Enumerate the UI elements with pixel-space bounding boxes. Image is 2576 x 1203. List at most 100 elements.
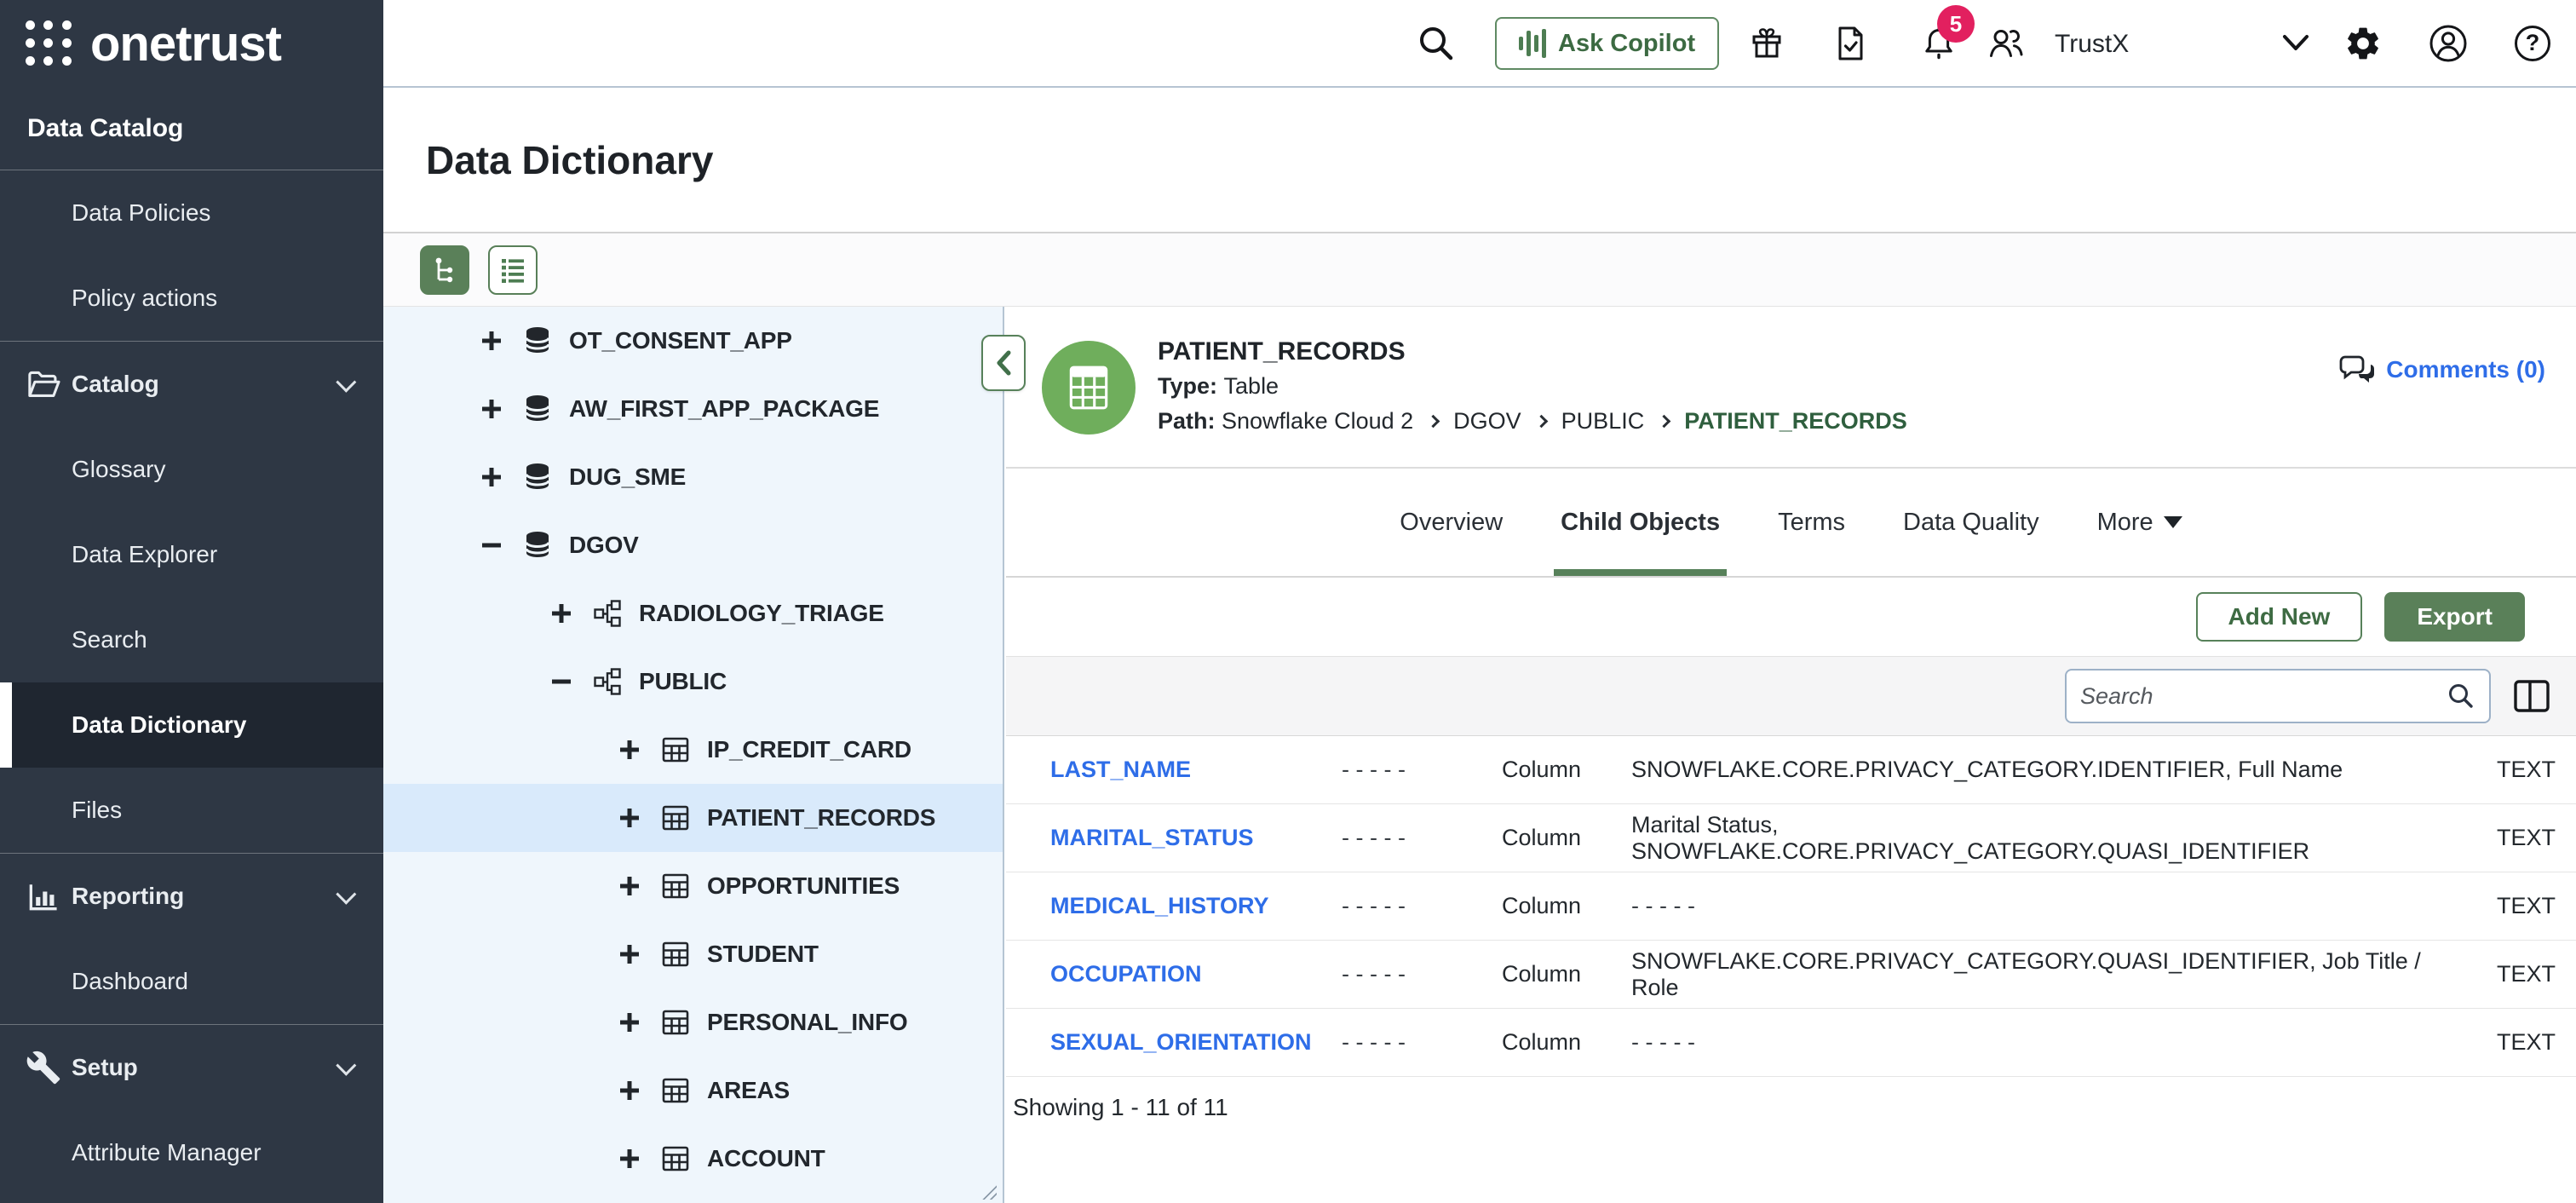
breadcrumb-connection[interactable]: Snowflake Cloud 2 xyxy=(1222,404,1413,439)
tree-item-account[interactable]: ACCOUNT xyxy=(383,1125,1003,1193)
type-cell: Column xyxy=(1502,757,1631,783)
column-settings-icon[interactable] xyxy=(2513,679,2550,713)
attributes-cell: - - - - - xyxy=(1342,1029,1502,1056)
account-person-icon[interactable] xyxy=(2428,23,2469,64)
tab-overview[interactable]: Overview xyxy=(1393,469,1509,576)
sidebar-item-label: Data Dictionary xyxy=(72,711,246,739)
tree-item-ip-credit-card[interactable]: IP_CREDIT_CARD xyxy=(383,716,1003,784)
sidebar-item-attribute-manager[interactable]: Attribute Manager xyxy=(0,1110,383,1195)
expand-plus-icon[interactable] xyxy=(615,873,644,899)
column-name-link[interactable]: MEDICAL_HISTORY xyxy=(1050,893,1342,919)
column-name-link[interactable]: LAST_NAME xyxy=(1050,757,1342,783)
add-new-button[interactable]: Add New xyxy=(2196,592,2363,642)
gift-icon[interactable] xyxy=(1747,24,1786,63)
tree-item-label: IP_CREDIT_CARD xyxy=(707,736,911,763)
grid-search-input[interactable] xyxy=(2080,683,2447,710)
sidebar-item-files[interactable]: Files xyxy=(0,768,383,853)
search-icon[interactable] xyxy=(2447,682,2475,711)
path-label: Path: xyxy=(1158,404,1216,439)
database-icon xyxy=(520,325,555,357)
sidebar-item-data-dictionary[interactable]: Data Dictionary xyxy=(0,682,383,768)
expand-plus-icon[interactable] xyxy=(477,328,506,354)
column-name-link[interactable]: SEXUAL_ORIENTATION xyxy=(1050,1029,1342,1056)
onetrust-logo[interactable]: onetrust xyxy=(90,15,281,72)
expand-plus-icon[interactable] xyxy=(477,464,506,490)
tree-item-ot-consent-app[interactable]: OT_CONSENT_APP xyxy=(383,307,1003,375)
tree-view-toggle[interactable] xyxy=(420,245,469,295)
description-cell: Marital Status, SNOWFLAKE.CORE.PRIVACY_C… xyxy=(1631,812,2448,865)
search-icon[interactable] xyxy=(1417,24,1456,63)
comments-icon xyxy=(2338,354,2374,385)
ask-copilot-button[interactable]: Ask Copilot xyxy=(1495,17,1719,70)
sidebar-group-setup[interactable]: Setup xyxy=(0,1025,383,1110)
sidebar-group-catalog[interactable]: Catalog xyxy=(0,342,383,427)
expand-plus-icon[interactable] xyxy=(477,396,506,422)
grid-search-box xyxy=(2065,669,2491,723)
data-type-cell: TEXT xyxy=(2448,1029,2576,1056)
sidebar-item-dashboard[interactable]: Dashboard xyxy=(0,939,383,1024)
sidebar-group-reporting[interactable]: Reporting xyxy=(0,854,383,939)
tree-item-personal-info[interactable]: PERSONAL_INFO xyxy=(383,988,1003,1056)
table-row[interactable]: SEXUAL_ORIENTATION - - - - - Column - - … xyxy=(1006,1009,2576,1077)
tab-label: Terms xyxy=(1778,509,1845,537)
sidebar-item-data-policies[interactable]: Data Policies xyxy=(0,170,383,256)
column-name-link[interactable]: OCCUPATION xyxy=(1050,961,1342,987)
table-row[interactable]: MARITAL_STATUS - - - - - Column Marital … xyxy=(1006,804,2576,872)
collapse-tree-button[interactable] xyxy=(981,335,1026,391)
table-row[interactable]: LAST_NAME - - - - - Column SNOWFLAKE.COR… xyxy=(1006,736,2576,804)
expand-plus-icon[interactable] xyxy=(615,941,644,967)
sidebar-item-data-explorer[interactable]: Data Explorer xyxy=(0,512,383,597)
collapse-minus-icon[interactable] xyxy=(477,532,506,558)
tree-item-areas[interactable]: AREAS xyxy=(383,1056,1003,1125)
tab-child-objects[interactable]: Child Objects xyxy=(1554,469,1727,576)
tab-data-quality[interactable]: Data Quality xyxy=(1896,469,2046,576)
list-view-toggle[interactable] xyxy=(488,245,538,295)
table-icon xyxy=(658,871,693,901)
tree-item-radiology-triage[interactable]: RADIOLOGY_TRIAGE xyxy=(383,579,1003,648)
settings-gear-icon[interactable] xyxy=(2343,24,2383,63)
tree-item-student[interactable]: STUDENT xyxy=(383,920,1003,988)
tree-item-opportunities[interactable]: OPPORTUNITIES xyxy=(383,852,1003,920)
expand-plus-icon[interactable] xyxy=(615,737,644,763)
sidebar-item-label: Data Explorer xyxy=(72,541,217,568)
users-icon[interactable] xyxy=(1986,23,2027,64)
sidebar-item-glossary[interactable]: Glossary xyxy=(0,427,383,512)
type-cell: Column xyxy=(1502,961,1631,987)
tree-item-patient-records[interactable]: PATIENT_RECORDS xyxy=(383,784,1003,852)
expand-plus-icon[interactable] xyxy=(615,1078,644,1103)
tree-item-label: PUBLIC xyxy=(639,668,727,695)
column-name-link[interactable]: MARITAL_STATUS xyxy=(1050,825,1342,851)
breadcrumb-schema[interactable]: PUBLIC xyxy=(1561,404,1645,439)
workspace-selector[interactable]: TrustX xyxy=(2055,0,2129,88)
tab-more[interactable]: More xyxy=(2090,469,2189,576)
tree-item-public[interactable]: PUBLIC xyxy=(383,648,1003,716)
breadcrumb-database[interactable]: DGOV xyxy=(1453,404,1521,439)
expand-plus-icon[interactable] xyxy=(615,805,644,831)
help-icon[interactable] xyxy=(2515,26,2550,61)
expand-plus-icon[interactable] xyxy=(615,1010,644,1035)
expand-plus-icon[interactable] xyxy=(547,601,576,626)
sidebar-item-search[interactable]: Search xyxy=(0,597,383,682)
tree-item-dug-sme[interactable]: DUG_SME xyxy=(383,443,1003,511)
expand-plus-icon[interactable] xyxy=(615,1146,644,1171)
collapse-minus-icon[interactable] xyxy=(547,669,576,694)
tasks-document-icon[interactable] xyxy=(1831,24,1870,63)
tab-terms[interactable]: Terms xyxy=(1771,469,1852,576)
sidebar: onetrust Data Catalog Data Policies Poli… xyxy=(0,0,383,1203)
table-row[interactable]: OCCUPATION - - - - - Column SNOWFLAKE.CO… xyxy=(1006,941,2576,1009)
sidebar-item-label: Catalog xyxy=(72,371,159,398)
sidebar-item-label: Reporting xyxy=(72,883,184,910)
comments-link[interactable]: Comments (0) xyxy=(2338,354,2545,385)
table-icon xyxy=(658,1075,693,1106)
grid-search-row xyxy=(1006,656,2576,736)
tree-item-aw-first-app-package[interactable]: AW_FIRST_APP_PACKAGE xyxy=(383,375,1003,443)
app-switcher-grid-icon[interactable] xyxy=(26,20,73,68)
data-type-cell: TEXT xyxy=(2448,825,2576,851)
export-button[interactable]: Export xyxy=(2384,592,2525,642)
chevron-down-icon[interactable] xyxy=(2278,26,2314,61)
attributes-cell: - - - - - xyxy=(1342,757,1502,783)
table-row[interactable]: MEDICAL_HISTORY - - - - - Column - - - -… xyxy=(1006,872,2576,941)
tree-item-dgov[interactable]: DGOV xyxy=(383,511,1003,579)
sidebar-item-policy-actions[interactable]: Policy actions xyxy=(0,256,383,341)
sidebar-item-label: Policy actions xyxy=(72,285,217,312)
